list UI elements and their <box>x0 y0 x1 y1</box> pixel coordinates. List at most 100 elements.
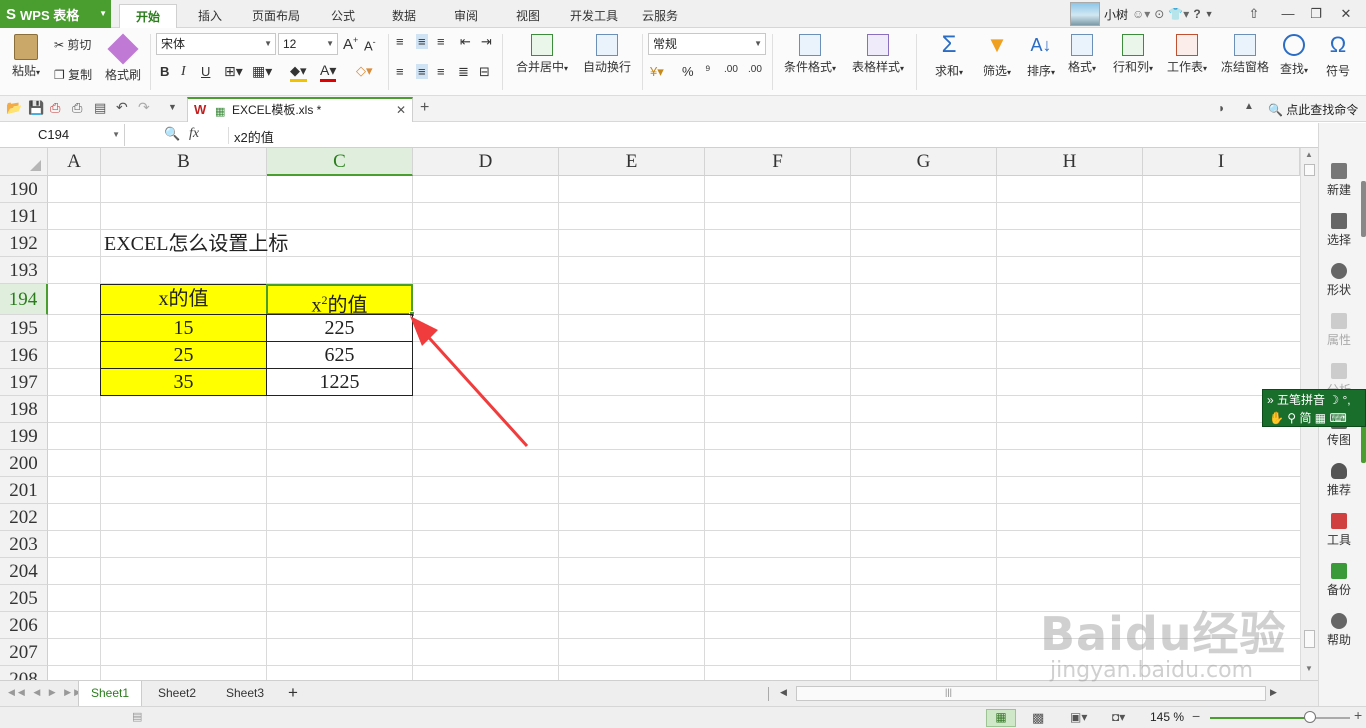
maximize-icon[interactable]: ❐ <box>1304 4 1328 24</box>
row-header[interactable]: 201 <box>0 477 48 504</box>
column-header-h[interactable]: H <box>997 148 1143 176</box>
align-left-icon[interactable]: ≡ <box>396 64 404 79</box>
moon-icon[interactable]: ☽ <box>1328 393 1339 407</box>
undo-icon[interactable]: ↶ <box>116 99 128 116</box>
skin-icon[interactable]: ⊙ <box>1154 7 1164 21</box>
sum-button[interactable]: Σ 求和▾ <box>926 32 972 79</box>
select-all-corner[interactable] <box>0 148 48 176</box>
restore-ribbon-icon[interactable]: ⇧ <box>1242 4 1266 24</box>
paste-button[interactable]: 粘贴▾ <box>8 34 44 79</box>
reading-mode-icon[interactable]: ◘▾ <box>1112 710 1125 724</box>
row-header[interactable]: 203 <box>0 531 48 558</box>
row-header[interactable]: 199 <box>0 423 48 450</box>
save-icon[interactable]: 💾 <box>28 100 44 116</box>
bold-button[interactable]: B <box>160 64 169 79</box>
panel-shape[interactable]: 形状 <box>1319 263 1359 298</box>
table-cell[interactable]: 15 <box>100 314 267 342</box>
table-style-button[interactable]: 表格样式▾ <box>846 34 910 75</box>
row-header-selected[interactable]: 194 <box>0 284 48 315</box>
panel-analyze[interactable]: 分析 <box>1319 363 1359 389</box>
scroll-right-icon[interactable]: ▶ <box>1270 687 1277 698</box>
wps-app-menu-button[interactable]: S WPS 表格 ▼ <box>0 0 111 28</box>
table-cell[interactable]: 35 <box>100 368 267 396</box>
clear-format-icon[interactable]: ◇▾ <box>356 63 373 79</box>
tab-home[interactable]: 开始 <box>119 4 177 28</box>
zoom-slider-thumb[interactable] <box>1304 711 1317 723</box>
row-header[interactable]: 197 <box>0 369 48 396</box>
row-header[interactable]: 200 <box>0 450 48 477</box>
print-preview-icon[interactable]: ▤ <box>94 100 106 116</box>
document-tab[interactable]: W ▦ EXCEL模板.xls * ✕ <box>187 97 413 122</box>
normal-view-icon[interactable]: ▦ <box>986 709 1016 727</box>
punctuation-icon[interactable]: °, <box>1343 393 1351 407</box>
find-button[interactable]: 查找▾ <box>1274 34 1314 77</box>
open-folder-icon[interactable]: 📂 <box>6 100 22 116</box>
panel-new[interactable]: 新建 <box>1319 163 1359 198</box>
font-color-icon[interactable]: A▾ <box>320 62 337 82</box>
merge-center-button[interactable]: 合并居中▾ <box>510 34 574 75</box>
ime-mode[interactable]: 五笔拼音 <box>1277 393 1325 407</box>
sort-button[interactable]: A↓ 排序▾ <box>1018 32 1064 79</box>
column-header-b[interactable]: B <box>101 148 267 176</box>
column-header-i[interactable]: I <box>1143 148 1300 176</box>
column-header-g[interactable]: G <box>851 148 997 176</box>
row-header[interactable]: 207 <box>0 639 48 666</box>
conditional-format-button[interactable]: 条件格式▾ <box>778 34 842 75</box>
tab-developer[interactable]: 开发工具 <box>564 4 624 28</box>
format-painter-button[interactable]: 格式刷 <box>102 33 144 83</box>
scroll-thumb-bottom[interactable] <box>1304 630 1315 648</box>
chevron-down-icon[interactable]: ▼ <box>1205 9 1214 19</box>
panel-select[interactable]: 选择 <box>1319 213 1359 248</box>
tab-insert[interactable]: 插入 <box>186 4 234 28</box>
font-size-select[interactable]: 12 ▼ <box>278 33 338 55</box>
close-icon[interactable]: ✕ <box>1334 4 1358 24</box>
table-cell[interactable]: 625 <box>266 341 413 369</box>
hand-icon[interactable]: ✋ <box>1269 411 1284 425</box>
tab-formulas[interactable]: 公式 <box>320 4 366 28</box>
underline-button[interactable]: U <box>201 64 210 79</box>
align-top-icon[interactable]: ≡ <box>396 34 404 49</box>
indent-increase-icon[interactable]: ⇥ <box>481 34 492 50</box>
row-header[interactable]: 202 <box>0 504 48 531</box>
user-name[interactable]: 小树 <box>1104 6 1128 23</box>
freeze-panes-button[interactable]: 冻结窗格 <box>1218 34 1272 75</box>
sheet-tab-3[interactable]: Sheet3 <box>214 681 276 706</box>
fill-color-icon[interactable]: ◆▾ <box>290 63 307 82</box>
export-pdf-icon[interactable]: ⎙ <box>50 100 60 116</box>
sheet-nav-icons[interactable]: ◀◀ ◀ ▶ ▶▶ <box>8 687 84 698</box>
number-format-select[interactable]: 常规 ▼ <box>648 33 766 55</box>
align-bottom-icon[interactable]: ≡ <box>437 34 445 49</box>
percent-button[interactable]: % <box>682 64 694 79</box>
row-header[interactable]: 208 <box>0 666 48 680</box>
print-icon[interactable]: ⎙ <box>72 100 82 116</box>
page-break-view-icon[interactable]: ▩ <box>1032 710 1044 726</box>
minimize-icon[interactable]: — <box>1276 4 1300 24</box>
copy-button[interactable]: ❐ 复制 <box>54 66 92 83</box>
font-name-select[interactable]: 宋体 ▼ <box>156 33 276 55</box>
horizontal-scrollbar[interactable]: ||| <box>796 686 1266 701</box>
justify-icon[interactable]: ≣ <box>458 64 469 80</box>
wrap-text-button[interactable]: 自动换行 <box>578 34 636 75</box>
row-header[interactable]: 195 <box>0 315 48 342</box>
column-header-f[interactable]: F <box>705 148 851 176</box>
comma-style-button[interactable]: ⁹ <box>705 62 711 77</box>
sheet-tab-1[interactable]: Sheet1 <box>78 681 142 706</box>
row-header[interactable]: 206 <box>0 612 48 639</box>
row-header[interactable]: 191 <box>0 203 48 230</box>
scroll-down-icon[interactable]: ▼ <box>1305 664 1313 673</box>
panel-recommend[interactable]: 推荐 <box>1319 463 1359 498</box>
row-header[interactable]: 198 <box>0 396 48 423</box>
column-header-c[interactable]: C <box>267 148 413 176</box>
currency-icon[interactable]: ¥▾ <box>650 64 664 80</box>
table-cell[interactable]: 225 <box>266 314 413 342</box>
format-button[interactable]: 格式▾ <box>1062 34 1102 75</box>
tab-page-layout[interactable]: 页面布局 <box>246 4 306 28</box>
table-cell[interactable]: 25 <box>100 341 267 369</box>
italic-button[interactable]: I <box>181 64 186 80</box>
row-header[interactable]: 196 <box>0 342 48 369</box>
cell-style-icon[interactable]: ▦▾ <box>252 63 272 80</box>
column-header-e[interactable]: E <box>559 148 705 176</box>
insert-function-button[interactable]: fx <box>189 126 199 142</box>
formula-input[interactable]: x2的值 <box>234 127 274 146</box>
worksheet-button[interactable]: 工作表▾ <box>1162 34 1212 75</box>
